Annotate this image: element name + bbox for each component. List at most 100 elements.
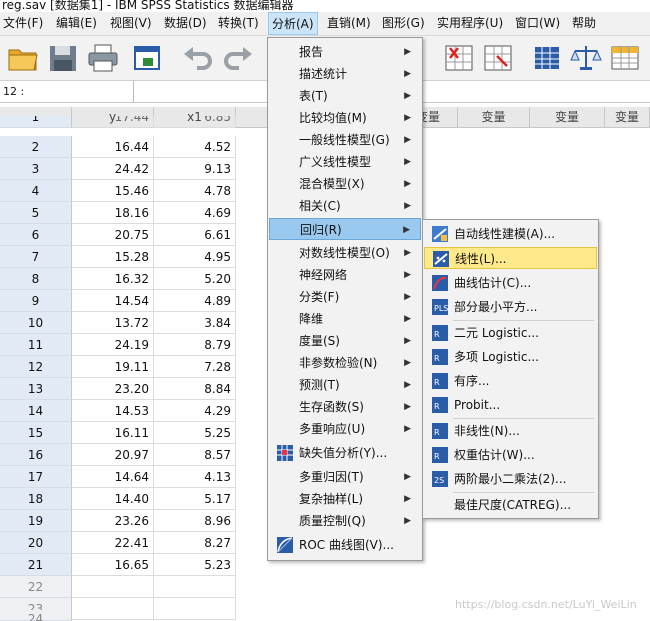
redo-icon[interactable] — [221, 42, 255, 74]
row-number[interactable]: 16 — [0, 444, 72, 466]
cell-y[interactable]: 23.20 — [72, 378, 154, 400]
cell-x1[interactable]: 5.25 — [154, 422, 236, 444]
row-number[interactable]: 3 — [0, 158, 72, 180]
cell-y[interactable]: 14.40 — [72, 488, 154, 510]
cell-x1[interactable]: 4.29 — [154, 400, 236, 422]
cell-x1[interactable]: 8.27 — [154, 532, 236, 554]
cell-y[interactable]: 16.44 — [72, 136, 154, 158]
menu-item-binary-logistic[interactable]: R 二元 Logistic... — [424, 322, 597, 344]
row-number[interactable]: 5 — [0, 202, 72, 224]
open-folder-icon[interactable] — [6, 42, 40, 74]
cell-x1[interactable]: 4.89 — [154, 290, 236, 312]
cell-y[interactable]: 20.75 — [72, 224, 154, 246]
cell-y[interactable]: 19.11 — [72, 356, 154, 378]
cell-y[interactable]: 20.97 — [72, 444, 154, 466]
menu-item-two-stage-least-squares[interactable]: 2S 两阶最小二乘法(2)... — [424, 468, 597, 490]
row-number[interactable]: 2 — [0, 136, 72, 158]
cell-y[interactable]: 18.16 — [72, 202, 154, 224]
menu-item-generalized-linear[interactable]: 广义线性模型 ▶ — [269, 151, 421, 173]
menu-window[interactable]: 窗口(W) — [515, 12, 560, 35]
dialog-recall-icon[interactable] — [131, 42, 165, 74]
menu-item-loglinear[interactable]: 对数线性模型(O) ▶ — [269, 242, 421, 264]
menu-item-survival[interactable]: 生存函数(S) ▶ — [269, 396, 421, 418]
menu-item-multiple-imputation[interactable]: 多重归因(T) ▶ — [269, 466, 421, 488]
menu-data[interactable]: 数据(D) — [164, 12, 207, 35]
menu-transform[interactable]: 转换(T) — [218, 12, 259, 35]
row-number[interactable]: 11 — [0, 334, 72, 356]
menu-view[interactable]: 视图(V) — [110, 12, 152, 35]
menu-utilities[interactable]: 实用程序(U) — [437, 12, 503, 35]
cell-y[interactable]: 14.54 — [72, 290, 154, 312]
cell-y[interactable]: 17.44 — [72, 116, 154, 128]
print-icon[interactable] — [86, 42, 120, 74]
row-number[interactable]: 13 — [0, 378, 72, 400]
menu-item-neural-networks[interactable]: 神经网络 ▶ — [269, 264, 421, 286]
undo-icon[interactable] — [181, 42, 215, 74]
menu-edit[interactable]: 编辑(E) — [56, 12, 97, 35]
cell-x1[interactable]: 4.78 — [154, 180, 236, 202]
row-number[interactable]: 12 — [0, 356, 72, 378]
cell-x1[interactable]: 8.84 — [154, 378, 236, 400]
scale-icon[interactable] — [569, 42, 603, 74]
cell-y[interactable]: 24.42 — [72, 158, 154, 180]
cell-y[interactable]: 23.26 — [72, 510, 154, 532]
menu-item-quality-control[interactable]: 质量控制(Q) ▶ — [269, 510, 421, 532]
row-number[interactable]: 10 — [0, 312, 72, 334]
cell-x1[interactable]: 4.13 — [154, 466, 236, 488]
menu-direct-marketing[interactable]: 直销(M) — [327, 12, 371, 35]
cell-x1[interactable]: 4.69 — [154, 202, 236, 224]
row-number[interactable]: 22 — [0, 576, 72, 598]
menu-item-roc-curve[interactable]: ROC 曲线图(V)... — [269, 534, 421, 556]
cell-x1[interactable] — [154, 576, 236, 598]
row-number[interactable]: 9 — [0, 290, 72, 312]
menu-analyze[interactable]: 分析(A) — [268, 12, 318, 35]
menu-item-linear[interactable]: 线性(L)... — [424, 247, 597, 269]
row-number[interactable]: 1 — [0, 116, 72, 128]
cell-y[interactable]: 15.46 — [72, 180, 154, 202]
cell-x1[interactable]: 5.23 — [154, 554, 236, 576]
cell-x1[interactable]: 8.96 — [154, 510, 236, 532]
cell-x1[interactable]: 8.57 — [154, 444, 236, 466]
cell-y[interactable]: 22.41 — [72, 532, 154, 554]
menu-item-compare-means[interactable]: 比较均值(M) ▶ — [269, 107, 421, 129]
row-number[interactable]: 19 — [0, 510, 72, 532]
menu-item-weight-estimation[interactable]: R 权重估计(W)... — [424, 444, 597, 466]
cell-y[interactable]: 16.32 — [72, 268, 154, 290]
row-number[interactable]: 20 — [0, 532, 72, 554]
menu-item-multinomial-logistic[interactable]: R 多项 Logistic... — [424, 346, 597, 368]
row-number[interactable]: 4 — [0, 180, 72, 202]
row-number[interactable]: 18 — [0, 488, 72, 510]
cell-x1[interactable]: 3.84 — [154, 312, 236, 334]
menu-item-missing-value[interactable]: 缺失值分析(Y)... — [269, 442, 421, 464]
menu-item-ordinal[interactable]: R 有序... — [424, 370, 597, 392]
row-number[interactable]: 8 — [0, 268, 72, 290]
menu-item-probit[interactable]: R Probit... — [424, 394, 597, 416]
row-number[interactable]: 7 — [0, 246, 72, 268]
cell-y[interactable]: 16.11 — [72, 422, 154, 444]
cell-x1[interactable]: 4.95 — [154, 246, 236, 268]
cell-y[interactable]: 24.19 — [72, 334, 154, 356]
menu-item-correlate[interactable]: 相关(C) ▶ — [269, 195, 421, 217]
menu-item-optimal-scaling[interactable]: 最佳尺度(CATREG)... — [424, 494, 597, 516]
menu-item-complex-samples[interactable]: 复杂抽样(L) ▶ — [269, 488, 421, 510]
cell-y[interactable] — [72, 576, 154, 598]
menu-item-multiple-response[interactable]: 多重响应(U) ▶ — [269, 418, 421, 440]
cell-y[interactable]: 16.65 — [72, 554, 154, 576]
menu-item-nonparametric[interactable]: 非参数检验(N) ▶ — [269, 352, 421, 374]
cell-y[interactable]: 14.53 — [72, 400, 154, 422]
menu-item-automatic-linear[interactable]: 自动线性建模(A)... — [424, 223, 597, 245]
cell-x1[interactable]: 9.13 — [154, 158, 236, 180]
menu-item-forecasting[interactable]: 预测(T) ▶ — [269, 374, 421, 396]
cell-x1[interactable]: 7.28 — [154, 356, 236, 378]
cell-x1[interactable]: 6.85 — [154, 116, 236, 128]
select-cases-icon[interactable] — [481, 42, 515, 74]
row-number[interactable]: 6 — [0, 224, 72, 246]
cell-x1[interactable]: 5.17 — [154, 488, 236, 510]
menu-item-scale[interactable]: 度量(S) ▶ — [269, 330, 421, 352]
menu-item-descriptive[interactable]: 描述统计 ▶ — [269, 63, 421, 85]
cell-x1[interactable]: 4.52 — [154, 136, 236, 158]
menu-item-curve-estimation[interactable]: 曲线估计(C)... — [424, 272, 597, 294]
menu-help[interactable]: 帮助 — [572, 12, 596, 35]
menu-item-classify[interactable]: 分类(F) ▶ — [269, 286, 421, 308]
split-file-icon[interactable] — [442, 42, 476, 74]
